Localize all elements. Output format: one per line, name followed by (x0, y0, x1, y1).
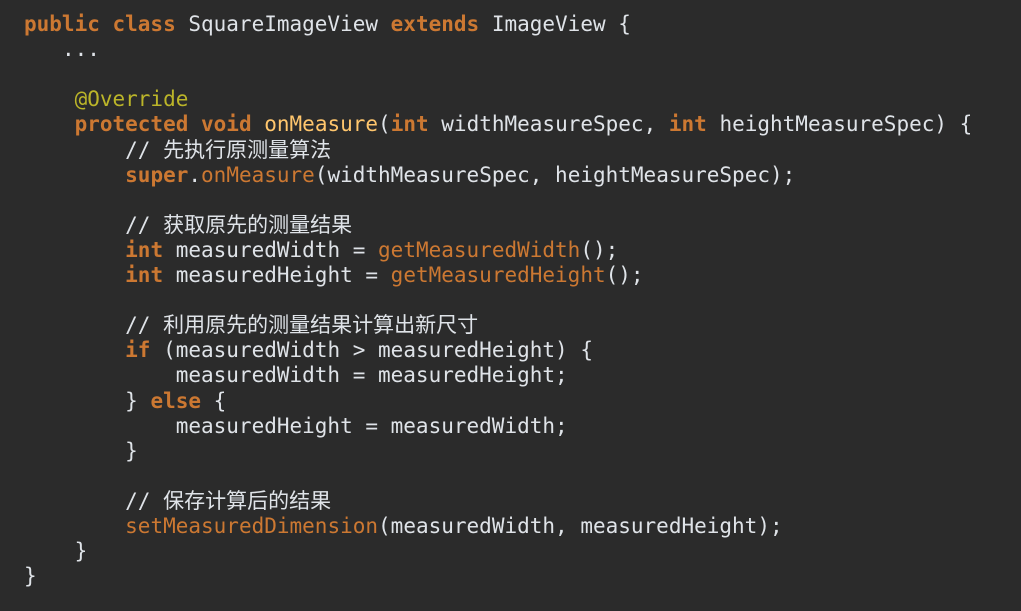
code-text-token: (measuredWidth > measuredHeight) { (150, 338, 593, 363)
code-line: if (measuredWidth > measuredHeight) { (24, 338, 593, 363)
code-text-token: . (188, 162, 202, 187)
code-text-token: } (125, 438, 138, 463)
code-text-token: } (24, 564, 37, 589)
code-line: measuredHeight = measuredWidth; (24, 414, 568, 439)
keyword-token: public class (24, 12, 176, 36)
code-line: } else { (24, 389, 226, 414)
keyword-token: int (125, 263, 164, 287)
code-line: } (24, 439, 138, 464)
keyword-token: int (125, 237, 164, 262)
code-line: // 获取原先的测量结果 (24, 213, 352, 238)
code-line: int measuredWidth = getMeasuredWidth(); (24, 238, 618, 263)
method-call-token: getMeasuredHeight (390, 263, 606, 287)
code-line: public class SquareImageView extends Ima… (24, 12, 631, 37)
annotation-token: @Override (74, 87, 189, 112)
code-line: int measuredHeight = getMeasuredHeight()… (24, 263, 644, 288)
code-text-token: ( (378, 112, 391, 137)
keyword-token: else (150, 388, 202, 413)
code-text-token: (); (605, 263, 644, 287)
code-line: super.onMeasure(widthMeasureSpec, height… (24, 163, 795, 188)
code-text-token: SquareImageView (175, 12, 391, 36)
method-call-token: getMeasuredWidth (378, 237, 581, 262)
code-line: ... (24, 37, 100, 62)
code-text-token: (); (580, 237, 619, 262)
keyword-token: int (668, 112, 707, 137)
code-line: } (24, 539, 88, 564)
keyword-token: super (125, 162, 189, 187)
method-call-token: onMeasure (201, 162, 315, 187)
code-text-token: (widthMeasureSpec, heightMeasureSpec); (314, 162, 796, 187)
code-line: // 利用原先的测量结果计算出新尺寸 (24, 313, 478, 338)
code-text-token: (measuredWidth, measuredHeight); (378, 514, 783, 538)
code-text-token: measuredWidth = (163, 237, 379, 262)
comment-token: // 保存计算后的结果 (125, 488, 332, 513)
code-line: protected void onMeasure(int widthMeasur… (24, 112, 973, 137)
code-text-token: ... (61, 37, 100, 62)
code-text-token: } (74, 539, 88, 564)
keyword-token: extends (390, 12, 480, 36)
code-line: measuredWidth = measuredHeight; (24, 363, 568, 388)
code-line: @Override (24, 87, 189, 112)
code-editor: public class SquareImageView extends Ima… (0, 0, 1021, 611)
keyword-token: if (125, 338, 151, 363)
method-call-token: setMeasuredDimension (125, 514, 379, 538)
keyword-token: protected void (74, 112, 252, 137)
comment-token: // 先执行原测量算法 (125, 137, 332, 162)
method-name-token: onMeasure (264, 112, 379, 137)
code-text-token: heightMeasureSpec) { (706, 112, 973, 137)
code-text-token: measuredHeight = (163, 263, 391, 287)
code-text-token: widthMeasureSpec, (428, 112, 669, 137)
code-text-token: } (125, 388, 151, 413)
code-text-token: ImageView { (479, 12, 631, 36)
comment-token: // 获取原先的测量结果 (125, 212, 353, 237)
code-text-token: measuredWidth = measuredHeight; (175, 363, 568, 388)
code-line: } (24, 564, 37, 589)
code-line: setMeasuredDimension(measuredWidth, meas… (24, 514, 783, 539)
code-text-token: { (201, 388, 227, 413)
comment-token: // 利用原先的测量结果计算出新尺寸 (125, 313, 479, 338)
code-line: // 保存计算后的结果 (24, 489, 331, 514)
keyword-token: int (390, 112, 429, 137)
code-text-token: measuredHeight = measuredWidth; (175, 413, 568, 438)
code-line: // 先执行原测量算法 (24, 138, 331, 163)
